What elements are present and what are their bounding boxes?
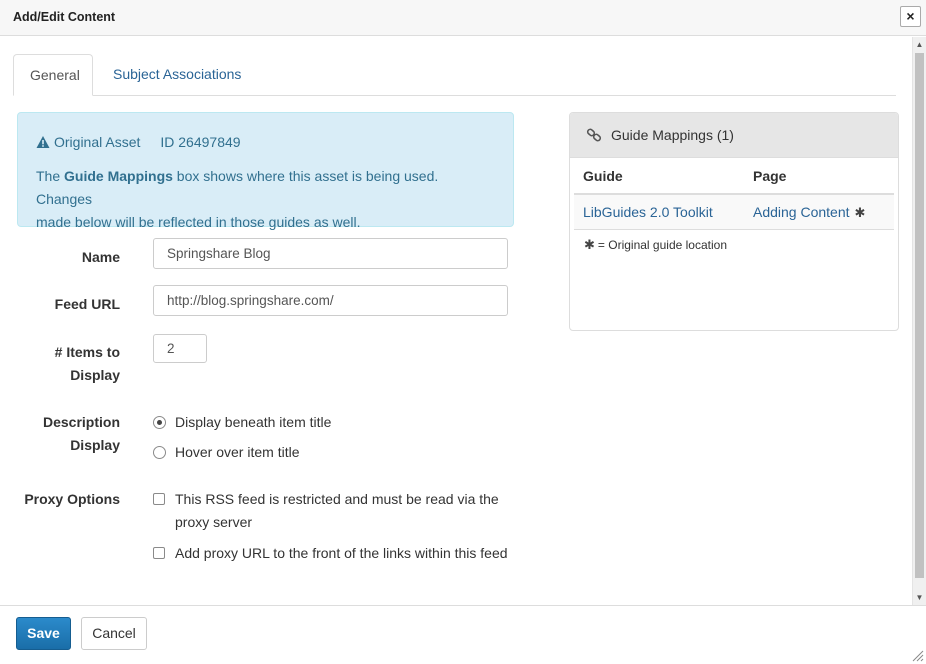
name-input[interactable]: Springshare Blog xyxy=(153,238,508,269)
original-location-legend: ✱ = Original guide location xyxy=(584,237,727,252)
table-header: Guide Page xyxy=(574,158,894,195)
guide-mappings-title: Guide Mappings (1) xyxy=(611,127,734,143)
column-page: Page xyxy=(753,168,787,184)
items-label: # Items to Display xyxy=(54,344,120,383)
table-row: LibGuides 2.0 Toolkit Adding Content ✱ xyxy=(574,195,894,230)
scroll-thumb[interactable] xyxy=(915,53,924,578)
checkbox[interactable] xyxy=(153,493,165,505)
alert-message: The Guide Mappings box shows where this … xyxy=(36,168,439,230)
vertical-scrollbar[interactable]: ▲ ▼ xyxy=(912,37,926,605)
resize-grip-icon[interactable] xyxy=(912,650,924,662)
guide-link[interactable]: LibGuides 2.0 Toolkit xyxy=(583,204,713,220)
page-cell: Adding Content ✱ xyxy=(753,204,865,221)
dialog-footer: Save Cancel xyxy=(0,605,926,664)
tab-general[interactable]: General xyxy=(13,54,93,96)
name-row: Name Springshare Blog xyxy=(0,238,520,271)
save-button[interactable]: Save xyxy=(16,617,71,650)
description-row: Description Display Display beneath item… xyxy=(0,411,520,471)
guide-mappings-header: Guide Mappings (1) xyxy=(570,113,898,158)
close-button[interactable]: × xyxy=(900,6,921,27)
asset-id: ID 26497849 xyxy=(160,134,241,150)
link-icon xyxy=(586,128,602,142)
radio-display-beneath[interactable]: Display beneath item title xyxy=(153,411,331,434)
column-guide: Guide xyxy=(583,168,623,184)
tab-subject-associations[interactable]: Subject Associations xyxy=(93,54,261,96)
alert-bold-text: Guide Mappings xyxy=(64,168,173,184)
dialog-title: Add/Edit Content xyxy=(13,10,116,24)
page-link[interactable]: Adding Content xyxy=(753,204,850,220)
radio-hover-over[interactable]: Hover over item title xyxy=(153,441,299,464)
name-label: Name xyxy=(81,249,120,265)
proxy-label: Proxy Options xyxy=(24,491,120,507)
feed-url-label: Feed URL xyxy=(54,296,120,312)
tab-bar: General Subject Associations xyxy=(13,54,896,96)
original-asset-alert: Original Asset ID 26497849 The Guide Map… xyxy=(17,112,514,230)
radio-button[interactable] xyxy=(153,416,166,429)
asterisk-icon: ✱ xyxy=(584,237,595,252)
checkbox-proxy-restricted[interactable]: This RSS feed is restricted and must be … xyxy=(153,488,513,534)
proxy-row: Proxy Options This RSS feed is restricte… xyxy=(0,488,520,568)
description-label: Description Display xyxy=(42,414,120,453)
asterisk-icon: ✱ xyxy=(854,205,866,220)
feed-url-input[interactable]: http://blog.springshare.com/ xyxy=(153,285,508,316)
alert-heading: Original Asset xyxy=(54,134,141,150)
feed-url-row: Feed URL http://blog.springshare.com/ xyxy=(0,285,520,318)
guide-mappings-table: Guide Page LibGuides 2.0 Toolkit Adding … xyxy=(574,158,894,230)
guide-mappings-panel: Guide Mappings (1) Guide Page LibGuides … xyxy=(569,112,899,331)
items-row: # Items to Display 2 xyxy=(0,334,520,384)
radio-button[interactable] xyxy=(153,446,166,459)
checkbox-add-proxy-url[interactable]: Add proxy URL to the front of the links … xyxy=(153,542,523,565)
warning-icon xyxy=(36,136,50,148)
items-count-input[interactable]: 2 xyxy=(153,334,207,363)
checkbox[interactable] xyxy=(153,547,165,559)
cancel-button[interactable]: Cancel xyxy=(81,617,147,650)
dialog-titlebar: Add/Edit Content × xyxy=(0,0,926,36)
close-icon: × xyxy=(906,8,915,24)
scroll-down-arrow-icon[interactable]: ▼ xyxy=(913,590,926,605)
dialog-body: General Subject Associations Original As… xyxy=(0,37,912,605)
scroll-up-arrow-icon[interactable]: ▲ xyxy=(913,37,926,52)
